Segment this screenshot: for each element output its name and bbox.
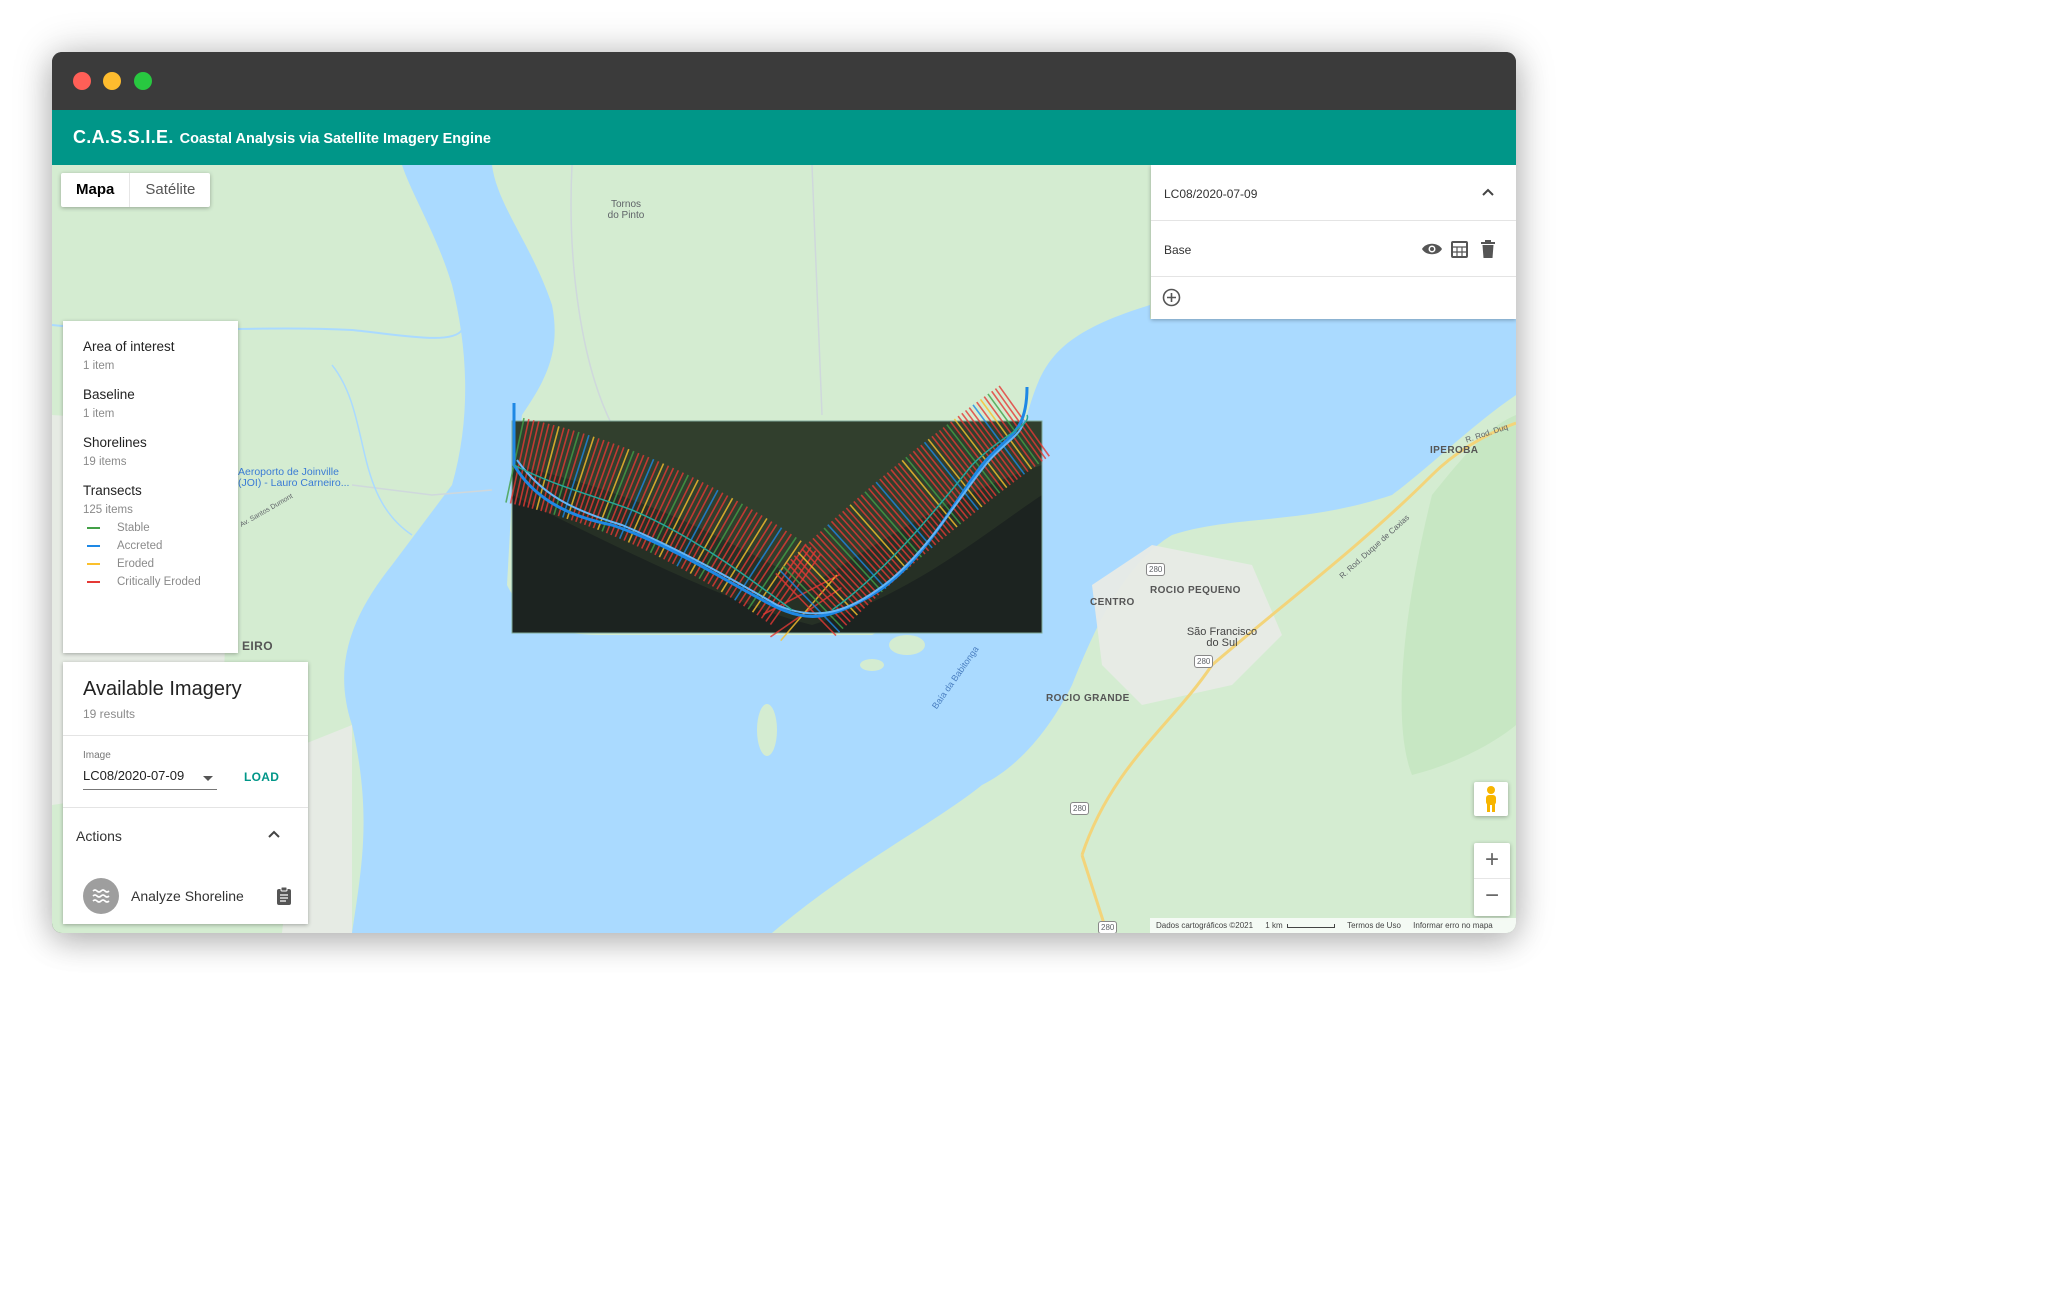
actions-title[interactable]: Actions [76,828,122,844]
legend-stable: Stable [83,522,218,534]
legend-critically-eroded: Critically Eroded [83,576,218,588]
legend-label: Critically Eroded [117,576,201,588]
map-type-control: Mapa Satélite [61,173,211,207]
layer-name: Transects [83,483,142,498]
layer-row-base: Base [1151,221,1516,277]
road-shield-280: 280 [1098,921,1118,933]
app-title: C.A.S.S.I.E. [73,127,174,147]
layer-count: 125 items [83,504,133,516]
zoom-in-button[interactable]: + [1474,843,1510,879]
map-label-sao-francisco: São Francisco do Sul [1186,626,1258,649]
map-label-eiro: EIRO [242,639,273,653]
legend-label: Accreted [117,540,163,552]
grid-icon[interactable] [1451,241,1468,258]
zoom-out-button[interactable]: − [1474,879,1510,915]
image-layers-header[interactable]: LC08/2020-07-09 [1151,165,1516,221]
map-label-rocio-pequeno: ROCIO PEQUENO [1150,585,1241,596]
chevron-up-icon[interactable] [1481,186,1495,200]
legend-eroded: Eroded [83,558,218,570]
layer-name: Baseline [83,387,135,402]
layer-area-of-interest[interactable]: Area of interest 1 item [83,339,218,372]
layer-count: 1 item [83,408,115,420]
street-view-pegman[interactable] [1474,782,1508,816]
maximize-window-button[interactable] [134,72,152,90]
map-label-iperoba: IPEROBA [1430,445,1479,456]
layer-count: 19 items [83,456,127,468]
map-type-map-button[interactable]: Mapa [61,173,131,207]
close-window-button[interactable] [73,72,91,90]
image-select-label: Image [83,750,111,761]
waves-icon-glyph [92,889,110,903]
legend-label: Eroded [117,558,155,570]
map-label-centro: CENTRO [1090,597,1135,608]
chevron-down-icon[interactable] [203,776,213,781]
legend-swatch [87,581,100,583]
map-type-satellite-button[interactable]: Satélite [130,173,210,207]
layer-transects[interactable]: Transects 125 items Stable Accreted Erod… [83,483,218,588]
terms-link[interactable]: Termos de Uso [1347,921,1401,930]
minimize-window-button[interactable] [103,72,121,90]
delete-icon[interactable] [1481,240,1495,258]
legend-label: Stable [117,522,150,534]
map-label-rocio-grande: ROCIO GRANDE [1046,693,1130,704]
app-window: C.A.S.S.I.E. Coastal Analysis via Satell… [52,52,1516,933]
road-shield-280: 280 [1146,563,1166,576]
available-imagery-panel: Available Imagery 19 results Image LC08/… [63,662,308,924]
map-footer: Dados cartográficos ©2021 1 km Termos de… [1150,918,1516,933]
legend-swatch [87,563,100,565]
legend-swatch [87,527,100,529]
image-layers-panel: LC08/2020-07-09 Base [1151,165,1516,319]
zoom-control: + − [1474,843,1510,916]
actions-section: Actions Analyze Shoreline [63,808,308,924]
eye-icon[interactable] [1421,241,1443,257]
imagery-results-count: 19 results [83,707,136,721]
analyze-shoreline-label[interactable]: Analyze Shoreline [131,888,244,904]
layer-row-name: Base [1164,243,1192,257]
waves-icon [83,878,119,914]
layer-name: Shorelines [83,435,147,450]
window-titlebar [52,52,1516,110]
layer-count: 1 item [83,360,115,372]
layer-baseline[interactable]: Baseline 1 item [83,387,218,420]
imagery-title: Available Imagery [83,678,242,700]
image-layers-title: LC08/2020-07-09 [1164,187,1258,201]
legend-accreted: Accreted [83,540,218,552]
map-label-aeroporto: Aeroporto de Joinville (JOI) - Lauro Car… [238,466,350,489]
pegman-icon [1486,786,1496,812]
road-shield-280: 280 [1070,802,1090,815]
chevron-up-icon[interactable] [267,828,281,842]
layers-panel: Area of interest 1 item Baseline 1 item … [63,321,238,653]
road-shield-280: 280 [1194,655,1214,668]
app-subtitle: Coastal Analysis via Satellite Imagery E… [179,130,491,147]
map-scale-bar [1286,923,1335,928]
map-canvas[interactable]: Tornos do Pinto Aeroporto de Joinville (… [52,165,1516,933]
image-select[interactable]: LC08/2020-07-09 [83,768,217,790]
legend-swatch [87,545,100,547]
add-circle-icon[interactable] [1162,288,1181,307]
map-scale: 1 km [1265,921,1283,930]
clipboard-icon[interactable] [275,886,293,906]
map-data-credit: Dados cartográficos ©2021 [1156,921,1254,930]
app-header: C.A.S.S.I.E. Coastal Analysis via Satell… [52,110,1516,165]
layer-shorelines[interactable]: Shorelines 19 items [83,435,218,468]
map-label-tornos: Tornos do Pinto [607,199,645,221]
load-button[interactable]: LOAD [244,770,279,784]
layer-name: Area of interest [83,339,175,354]
report-error-link[interactable]: Informar erro no mapa [1413,921,1493,930]
